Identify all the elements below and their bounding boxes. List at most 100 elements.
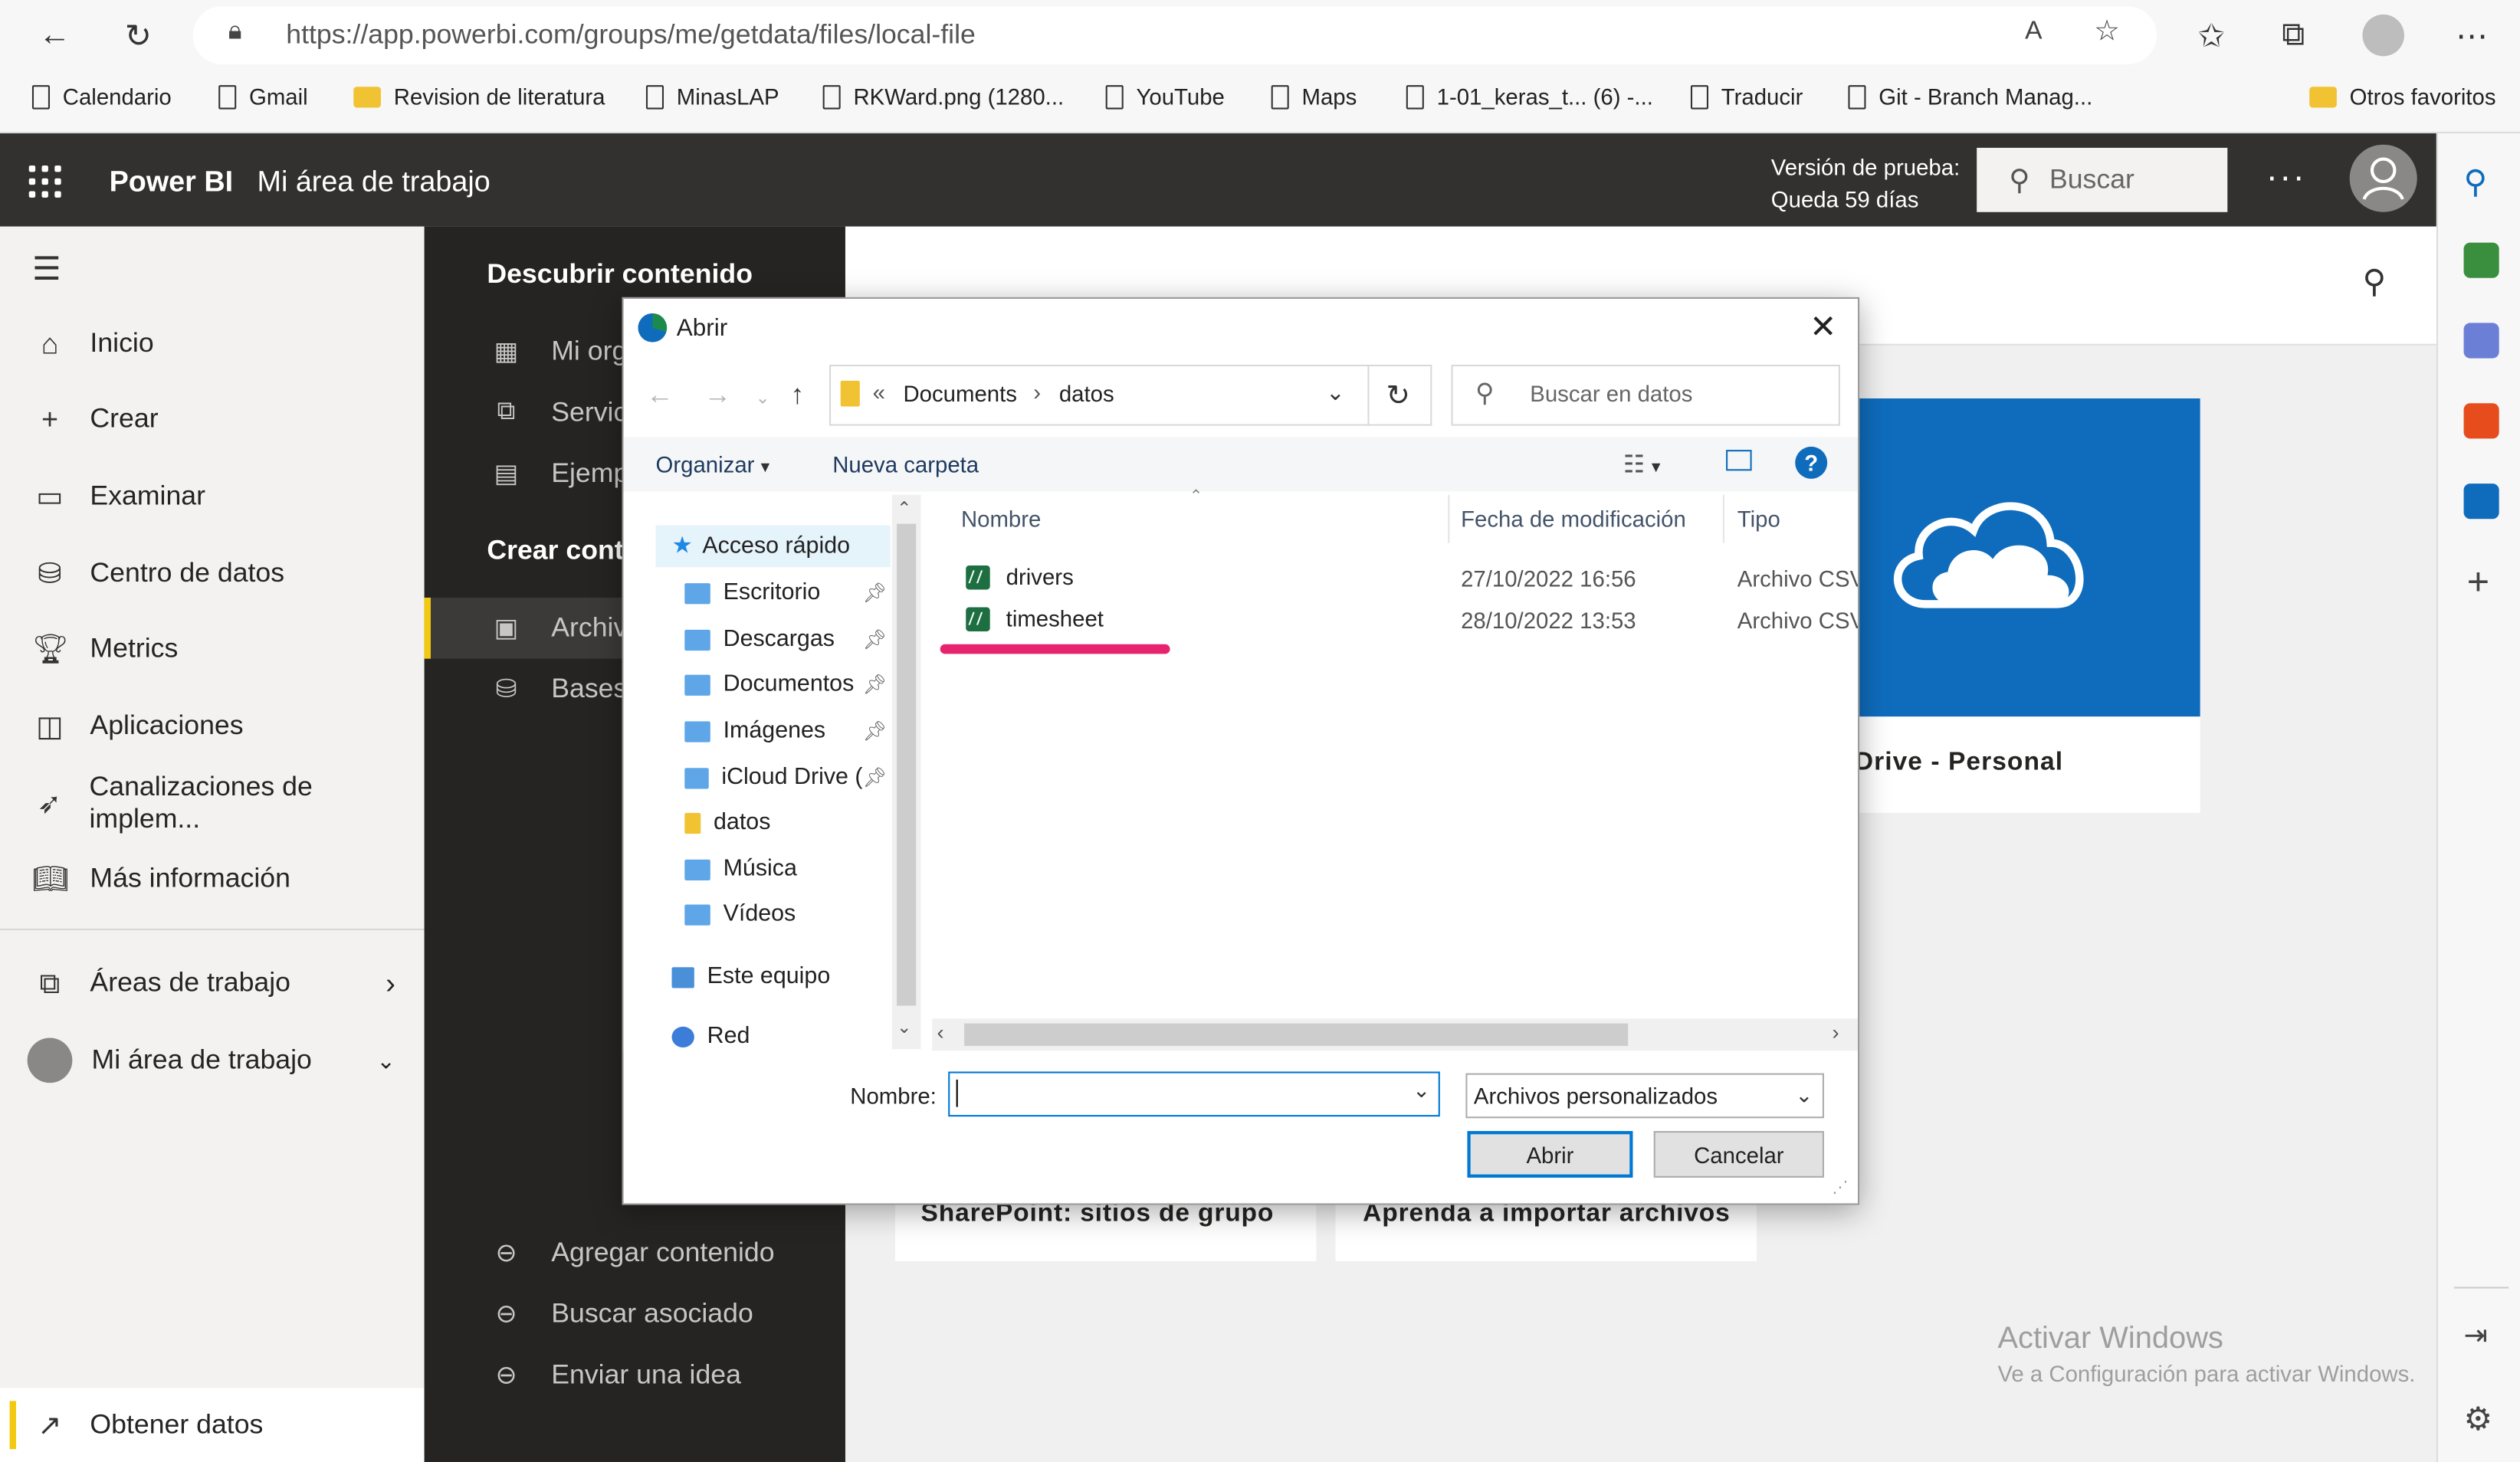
nav-crear[interactable]: + Crear	[0, 382, 425, 456]
more-options-icon[interactable]: ···	[2266, 156, 2306, 198]
nav-centro-datos[interactable]: ⛁ Centro de datos	[0, 536, 425, 610]
profile-avatar[interactable]	[2362, 14, 2404, 57]
add-favorite-icon[interactable]: ☆	[2094, 15, 2120, 48]
nav-examinar[interactable]: ▭ Examinar	[0, 460, 425, 533]
refresh-icon[interactable]: ↻	[1366, 364, 1432, 426]
back-arrow-icon[interactable]: ←	[29, 13, 80, 58]
sidebar-collapse-icon[interactable]: ⇥	[2464, 1319, 2489, 1352]
panel-item-org[interactable]: ▦ Mi org	[487, 336, 628, 368]
breadcrumb-documents[interactable]: Documents	[903, 381, 1016, 407]
view-options-icon[interactable]: ☷ ▾	[1623, 450, 1661, 479]
new-folder-button[interactable]: Nueva carpeta	[832, 451, 979, 477]
games-icon[interactable]	[2463, 323, 2499, 359]
tree-imagenes[interactable]: Imágenes 📌︎	[684, 718, 887, 744]
bookmark-git[interactable]: Git - Branch Manag...	[1848, 84, 2092, 110]
file-row-timesheet[interactable]: timesheet	[966, 605, 1104, 631]
tree-descargas[interactable]: Descargas 📌︎	[684, 627, 887, 652]
bookmark-minaslap[interactable]: MinasLAP	[645, 84, 779, 110]
other-favorites[interactable]: Otros favoritos	[2309, 84, 2496, 110]
column-type[interactable]: Tipo	[1737, 506, 1780, 532]
bookmark-calendario[interactable]: Calendario	[31, 84, 172, 110]
address-bar[interactable]: 🔒︎ https://app.powerbi.com/groups/me/get…	[192, 6, 2157, 64]
search-icon[interactable]: ⚲	[2464, 162, 2499, 201]
scroll-up-icon[interactable]: ⌃	[897, 498, 911, 519]
add-icon[interactable]: +	[2467, 561, 2489, 606]
tree-documentos[interactable]: Documentos 📌︎	[684, 671, 887, 697]
bookmark-keras[interactable]: 1-01_keras_t... (6) -...	[1406, 84, 1653, 110]
nav-mas-info[interactable]: 📖︎ Más información	[0, 842, 425, 916]
bookmark-rkward[interactable]: RKWard.png (1280...	[822, 84, 1064, 110]
tree-este-equipo[interactable]: Este equipo	[671, 964, 830, 990]
overflow-chevron-icon[interactable]: «	[873, 379, 885, 405]
refresh-icon[interactable]: ↻	[113, 13, 164, 58]
bookmark-gmail[interactable]: Gmail	[218, 84, 308, 110]
folder-search-input[interactable]: ⚲ Buscar en datos	[1451, 364, 1840, 426]
favorites-icon[interactable]: ✩	[2186, 13, 2237, 58]
preview-pane-icon[interactable]	[1726, 450, 1752, 471]
column-date[interactable]: Fecha de modificación	[1461, 506, 1686, 532]
back-arrow-icon[interactable]: ←	[646, 379, 674, 411]
bookmark-maps[interactable]: Maps	[1271, 84, 1357, 110]
panel-item-ejemplos[interactable]: ▤ Ejemp	[487, 458, 629, 490]
nav-pane-scroll-thumb[interactable]	[897, 523, 917, 1006]
read-aloud-icon[interactable]: A	[2025, 18, 2042, 47]
tree-datos[interactable]: datos	[684, 810, 770, 835]
nav-areas-trabajo[interactable]: ⧉ Áreas de trabajo ›	[0, 946, 425, 1020]
panel-agregar-contenido[interactable]: ⊖ Agregar contenido	[487, 1237, 774, 1269]
bookmark-traducir[interactable]: Traducir	[1690, 84, 1803, 110]
close-icon[interactable]: ✕	[1810, 306, 1836, 346]
browser-menu-icon[interactable]: ⋯	[2446, 13, 2497, 58]
panel-item-bases[interactable]: ⛁ Bases	[487, 674, 627, 706]
tree-quick-access[interactable]: ★ Acceso rápido	[672, 533, 851, 559]
tree-videos[interactable]: Vídeos	[684, 901, 796, 927]
nav-obtener-datos-label[interactable]: ↗ Obtener datos	[0, 1388, 425, 1462]
file-list-hscroll-thumb[interactable]	[964, 1023, 1629, 1046]
resize-grip-icon[interactable]: ⋰	[1832, 1179, 1848, 1197]
path-breadcrumb[interactable]: « Documents › datos ⌄	[829, 364, 1370, 426]
header-search[interactable]: ⚲ Buscar	[1977, 147, 2228, 212]
hamburger-icon[interactable]: ☰	[32, 249, 61, 289]
search-icon[interactable]: ⚲	[2362, 262, 2386, 302]
app-launcher-icon[interactable]	[28, 165, 61, 198]
breadcrumb-datos[interactable]: datos	[1059, 381, 1114, 407]
nav-mi-area[interactable]: Mi área de trabajo ⌄	[0, 1024, 425, 1097]
account-avatar[interactable]	[2349, 144, 2417, 212]
panel-buscar-asociado[interactable]: ⊖ Buscar asociado	[487, 1298, 753, 1330]
organize-button[interactable]: Organizar ▾	[656, 451, 770, 477]
nav-inicio[interactable]: ⌂ Inicio	[0, 306, 425, 380]
scroll-left-icon[interactable]: ‹	[937, 1020, 943, 1044]
outlook-icon[interactable]	[2463, 484, 2499, 520]
filetype-select[interactable]: Archivos personalizados ⌄	[1465, 1073, 1824, 1119]
panel-item-archivos[interactable]: ▣ Archiv	[487, 612, 628, 644]
recent-dropdown-icon[interactable]: ⌄	[756, 387, 770, 408]
open-button[interactable]: Abrir	[1467, 1131, 1633, 1178]
chevron-down-icon[interactable]: ⌄	[1413, 1078, 1430, 1104]
collections-icon[interactable]: ⧉	[2268, 13, 2319, 58]
app-name[interactable]: Power BI	[110, 166, 234, 199]
tree-musica[interactable]: Música	[684, 857, 797, 882]
tree-red[interactable]: Red	[671, 1024, 750, 1049]
nav-metrics[interactable]: 🏆︎ Metrics	[0, 612, 425, 686]
cancel-button[interactable]: Cancelar	[1653, 1131, 1824, 1178]
help-icon[interactable]: ?	[1795, 446, 1828, 479]
settings-gear-icon[interactable]: ⚙	[2464, 1399, 2493, 1439]
forward-arrow-icon[interactable]: →	[704, 379, 731, 411]
office-icon[interactable]	[2463, 403, 2499, 439]
filename-input[interactable]: ⌄	[948, 1071, 1440, 1117]
file-row-drivers[interactable]: drivers	[966, 564, 1074, 589]
panel-enviar-idea[interactable]: ⊖ Enviar una idea	[487, 1359, 740, 1392]
nav-canalizaciones[interactable]: ➶ Canalizaciones de implem...	[0, 766, 425, 840]
bookmark-revision[interactable]: Revision de literatura	[353, 84, 605, 110]
panel-item-servicios[interactable]: ⧉ Servic	[487, 397, 628, 429]
column-name[interactable]: Nombre	[961, 506, 1041, 532]
tree-icloud[interactable]: iCloud Drive (📌︎	[684, 765, 887, 791]
nav-aplicaciones[interactable]: ◫ Aplicaciones	[0, 689, 425, 762]
up-arrow-icon[interactable]: ↑	[791, 379, 805, 411]
scroll-right-icon[interactable]: ›	[1832, 1020, 1839, 1044]
workspace-title[interactable]: Mi área de trabajo	[258, 166, 491, 199]
chevron-down-icon[interactable]: ⌄	[1326, 379, 1345, 407]
tree-escritorio[interactable]: Escritorio 📌︎	[684, 580, 887, 605]
shopping-icon[interactable]	[2463, 242, 2499, 278]
bookmark-youtube[interactable]: YouTube	[1105, 84, 1225, 110]
scroll-down-icon[interactable]: ⌄	[897, 1017, 911, 1037]
